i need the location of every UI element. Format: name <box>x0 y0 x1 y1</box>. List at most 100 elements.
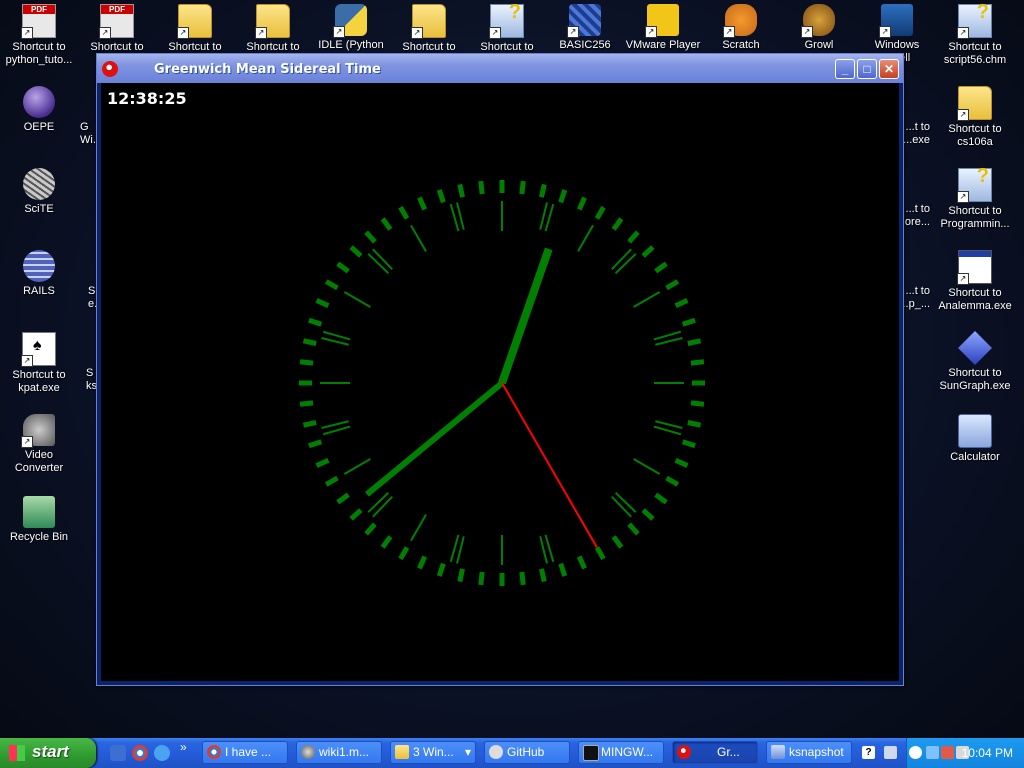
shortcut-folder-2[interactable]: ↗ Shortcut to <box>234 2 312 54</box>
vmware-icon: ↗ <box>645 4 679 38</box>
hour-tick <box>343 458 371 475</box>
oepe[interactable]: OEPE <box>0 84 78 134</box>
video-converter[interactable]: ↗ Video Converter <box>0 412 78 475</box>
shortcut-cs106a[interactable]: ↗ Shortcut to cs106a <box>936 84 1014 149</box>
vmware-player[interactable]: ↗ VMware Player <box>624 2 702 52</box>
sub-tick <box>322 425 351 436</box>
console-icon <box>583 745 599 761</box>
maximize-button[interactable]: □ <box>857 59 877 79</box>
quick-launch-overflow[interactable]: » <box>180 740 187 754</box>
scratch-icon: ↗ <box>723 4 757 38</box>
shortcut-programming[interactable]: ↗Shortcut to Programmin... <box>936 165 1014 231</box>
chrome-icon[interactable] <box>132 745 148 761</box>
minute-dash <box>478 180 485 195</box>
start-button[interactable]: start <box>0 738 96 768</box>
hour-hand <box>498 247 553 385</box>
minute-dash <box>681 439 696 449</box>
app-red-icon[interactable] <box>102 61 118 77</box>
minute-dash <box>654 261 668 274</box>
task-label: Gr... <box>717 745 740 759</box>
task-ksnapshot[interactable]: ksnapshot <box>766 741 852 764</box>
eclipse-icon <box>23 86 55 118</box>
show-desktop-icon[interactable] <box>110 745 126 761</box>
window-tray-icon[interactable] <box>884 746 897 759</box>
sub-tick <box>655 420 683 429</box>
title-bar[interactable]: Greenwich Mean Sidereal Time _ □ ✕ <box>97 54 903 83</box>
help-tray-icon[interactable]: ? <box>862 746 875 759</box>
network-icon[interactable] <box>926 746 939 759</box>
minute-dash <box>674 298 689 309</box>
system-tray: 10:04 PM <box>906 738 1024 768</box>
shortcut-sungraph[interactable]: Shortcut to SunGraph.exe <box>936 330 1014 393</box>
folder-icon <box>395 745 409 759</box>
powershell-icon: ↗ <box>879 4 913 38</box>
task-wiki[interactable]: wiki1.m... <box>296 741 382 764</box>
minute-dash <box>364 230 377 244</box>
help-icon: ↗ <box>957 165 992 203</box>
minute-dash <box>457 183 465 198</box>
task-label: ksnapshot <box>789 745 844 759</box>
security-icon[interactable] <box>941 746 954 759</box>
sub-tick <box>321 420 349 429</box>
scite[interactable]: SciTE <box>0 166 78 216</box>
task-github[interactable]: GitHub <box>484 741 570 764</box>
clock-time[interactable]: 10:04 PM <box>962 746 1013 760</box>
growl[interactable]: ↗ Growl <box>780 2 858 52</box>
minute-dash <box>308 317 323 327</box>
minute-dash <box>302 338 317 346</box>
minute-dash <box>665 279 680 291</box>
cards-icon: ↗ <box>21 332 56 367</box>
minute-dash <box>690 359 705 366</box>
minute-dash <box>324 279 339 291</box>
shortcut-python-tutorial[interactable]: ↗Shortcut to python_tuto... <box>0 2 78 67</box>
shortcut-folder-3[interactable]: ↗ Shortcut to <box>390 2 468 54</box>
sidereal-clock-window[interactable]: Greenwich Mean Sidereal Time _ □ ✕ 12:38… <box>96 53 904 686</box>
window-icon: ↗ <box>957 250 992 285</box>
task-mingw[interactable]: MINGW... <box>578 741 664 764</box>
shortcut-help-1[interactable]: ↗Shortcut to <box>468 1 546 54</box>
shortcut-kpat[interactable]: ↗Shortcut to kpat.exe <box>0 330 78 395</box>
minute-dash <box>641 245 655 258</box>
minute-dash <box>594 205 606 220</box>
scite-icon <box>23 168 55 200</box>
minute-dash <box>519 180 526 195</box>
chrome-icon <box>207 745 221 759</box>
minute-dash <box>417 555 428 570</box>
task-explorer-group[interactable]: 3 Win... ▾ <box>390 741 476 764</box>
recycle-bin[interactable]: Recycle Bin <box>0 494 78 544</box>
minute-dash <box>611 535 624 549</box>
rails[interactable]: RAILS <box>0 248 78 298</box>
shortcut-script56[interactable]: ↗Shortcut to script56.chm <box>936 1 1014 67</box>
github-icon <box>489 745 503 759</box>
sub-tick <box>539 536 548 564</box>
basic256[interactable]: ↗ BASIC256 <box>546 2 624 52</box>
rails-icon <box>23 250 55 282</box>
minute-dash <box>436 562 446 577</box>
minute-dash <box>380 535 393 549</box>
shortcut-analemma[interactable]: ↗ Shortcut to Analemma.exe <box>936 248 1014 313</box>
minute-dash <box>349 508 363 521</box>
task-greenwich-clock[interactable]: Gr... <box>672 741 758 764</box>
hour-tick <box>633 291 661 308</box>
minute-dash <box>611 217 624 231</box>
basic256-icon: ↗ <box>567 4 601 38</box>
calculator[interactable]: Calculator <box>936 412 1014 464</box>
python-icon: ↗ <box>333 4 367 38</box>
task-chrome[interactable]: I have ... <box>202 741 288 764</box>
minute-dash <box>398 205 410 220</box>
sub-tick <box>449 534 460 563</box>
hour-tick <box>410 224 427 252</box>
app-red-icon <box>677 745 691 759</box>
pdf-icon: ↗ <box>21 4 56 39</box>
minute-dash <box>674 457 689 468</box>
expand-tray-icon[interactable] <box>909 746 922 759</box>
scratch[interactable]: ↗ Scratch <box>702 2 780 52</box>
sub-tick <box>655 337 683 346</box>
minimize-button[interactable]: _ <box>835 59 855 79</box>
hour-tick <box>633 458 661 475</box>
close-button[interactable]: ✕ <box>879 59 899 79</box>
hour-tick <box>577 224 594 252</box>
idle-python[interactable]: ↗ IDLE (Python <box>312 2 390 52</box>
shortcut-folder-1[interactable]: ↗ Shortcut to <box>156 2 234 54</box>
ie-icon[interactable] <box>154 745 170 761</box>
